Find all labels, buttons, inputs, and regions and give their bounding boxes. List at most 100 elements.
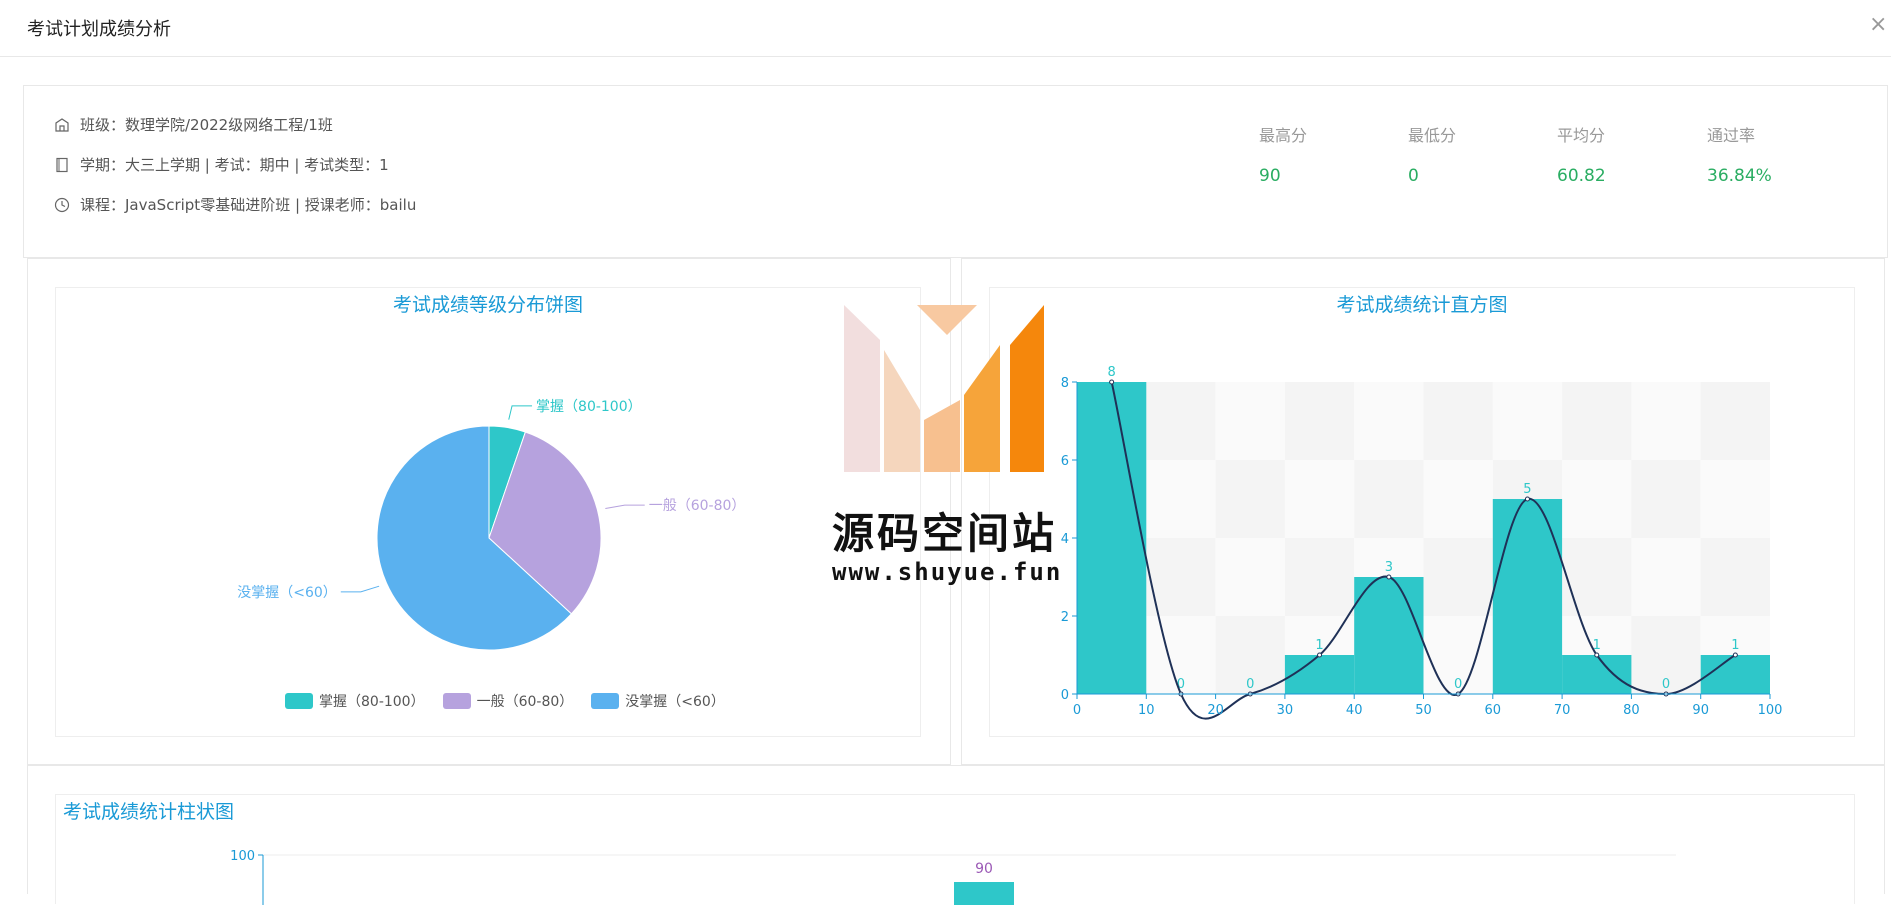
pie-label-line [508, 405, 533, 420]
stat-label: 最高分 [1259, 126, 1308, 145]
histogram-bar-label: 1 [1731, 638, 1739, 653]
grid-band [1700, 460, 1770, 538]
close-icon[interactable]: × [1869, 14, 1891, 36]
legend-item-not-mastered[interactable]: 没掌握（<60） [591, 691, 725, 711]
histogram-chart: 80 013051010 10 20 30 40 50 60 70 80 90 10002468 [1061, 365, 1783, 720]
x-tick-label: 50 [1415, 703, 1432, 718]
x-tick-label: 100 [1758, 703, 1783, 718]
histogram-line-point [1109, 379, 1115, 385]
stat-value: 36.84% [1707, 166, 1772, 186]
bar-chart-title: 考试成绩统计柱状图 [63, 801, 235, 823]
stat-label: 平均分 [1557, 126, 1606, 145]
histogram-bar-label: 5 [1523, 482, 1531, 497]
histogram-line-point [1317, 652, 1323, 658]
grid-band [1215, 382, 1285, 460]
histogram-line-point [1732, 652, 1738, 658]
grid-band [1284, 460, 1355, 538]
grid-band [1354, 460, 1424, 538]
grid-band [1562, 538, 1632, 616]
histogram-bar-label: 1 [1315, 638, 1323, 653]
x-tick-label: 80 [1623, 703, 1640, 718]
histogram-bar-label: 0 [1454, 677, 1462, 692]
x-tick-label: 70 [1554, 703, 1571, 718]
legend-swatch [442, 693, 471, 709]
legend-item-mastered[interactable]: 掌握（80-100） [285, 691, 425, 711]
grid-band [1354, 382, 1424, 460]
y-tick-label: 4 [1061, 532, 1069, 547]
stat-label: 最低分 [1408, 126, 1457, 145]
grid-band [1284, 538, 1355, 616]
pie-chart: 掌握（80-100） 一般（60-80） 没掌握（<60） [237, 399, 746, 651]
clock-icon [54, 197, 70, 212]
grid-band [1423, 382, 1493, 460]
y-tick-label: 0 [1061, 688, 1069, 703]
grid-band [1562, 382, 1632, 460]
grid-band [1423, 460, 1493, 538]
pie-panel-wrap: 考试成绩等级分布饼图 掌握（80-100） 一般（60-80） 没掌握（<60） 掌… [27, 258, 951, 765]
histogram-line-point [1594, 652, 1600, 658]
legend-label: 掌握（80-100） [319, 694, 425, 710]
x-tick-label: 60 [1485, 703, 1502, 718]
legend-label: 一般（60-80） [476, 694, 574, 710]
modal-header: 考试计划成绩分析 × [0, 0, 1891, 57]
bar-chart: 100 90 [230, 849, 1676, 905]
grid-band [1146, 460, 1216, 538]
pie-slice-label: 没掌握（<60） [237, 585, 337, 601]
histogram-panel-wrap: 考试成绩统计直方图 8 0 0 1 3 0 5 1 0 1 0 10 20 30 40 50 60 70 80 90 1… [961, 258, 1885, 765]
stat-min: 最低分 0 [1408, 122, 1548, 186]
histogram-bar [1492, 499, 1563, 694]
legend-label: 没掌握（<60） [625, 694, 725, 710]
grid-band [1700, 382, 1770, 460]
course-line: 课程：JavaScript零基础进阶班 | 授课老师：bailu [80, 196, 417, 214]
legend-item-average[interactable]: 一般（60-80） [442, 691, 574, 711]
stat-value: 90 [1259, 166, 1281, 186]
pie-label-line [605, 504, 645, 510]
term-row: 学期：大三上学期 | 考试：期中 | 考试类型：1 [54, 154, 389, 175]
histogram-chart-panel: 考试成绩统计直方图 8 0 0 1 3 0 5 1 0 1 0 10 20 30 40 50 60 70 80 90 1… [989, 287, 1855, 737]
histogram-bar-label: 8 [1108, 365, 1116, 380]
histogram-chart-title: 考试成绩统计直方图 [1336, 294, 1508, 316]
legend-swatch [591, 693, 620, 709]
grid-band [1562, 460, 1632, 538]
score-analysis-modal: 考试计划成绩分析 × 班级：数理学院/2022级网络工程/1班 学期：大三上学期… [0, 0, 1891, 905]
histogram-bar [1354, 577, 1424, 694]
x-tick-label: 90 [1692, 703, 1709, 718]
y-tick-label: 2 [1061, 610, 1069, 625]
pie-slice-label: 掌握（80-100） [536, 399, 642, 415]
x-tick-label: 20 [1207, 703, 1224, 718]
x-tick-label: 30 [1277, 703, 1294, 718]
legend-swatch [285, 693, 313, 709]
modal-title: 考试计划成绩分析 [27, 19, 171, 40]
grid-band [1631, 382, 1701, 460]
course-row: 课程：JavaScript零基础进阶班 | 授课老师：bailu [54, 194, 416, 215]
histogram-bar [1284, 655, 1355, 694]
stat-average: 平均分 60.82 [1557, 122, 1697, 186]
watermark-name: 源码空间站 [832, 509, 1058, 558]
pie-chart-title: 考试成绩等级分布饼图 [392, 294, 583, 316]
x-tick-label: 10 [1138, 703, 1155, 718]
y-tick-label: 6 [1061, 454, 1069, 469]
watermark-url: www.shuyue.fun [832, 558, 1063, 586]
pie-slice-label: 一般（60-80） [649, 498, 746, 514]
bar-panel-wrap: 考试成绩统计柱状图 100 90 [27, 765, 1885, 905]
exam-info-card: 班级：数理学院/2022级网络工程/1班 学期：大三上学期 | 考试：期中 | … [23, 85, 1888, 258]
stat-max: 最高分 90 [1259, 122, 1399, 186]
bar-value-label: 90 [975, 861, 993, 877]
histogram-bar [1700, 655, 1770, 694]
stat-value: 0 [1408, 166, 1419, 186]
pie-chart-panel: 考试成绩等级分布饼图 掌握（80-100） 一般（60-80） 没掌握（<60） 掌… [55, 287, 921, 737]
x-tick-label: 40 [1346, 703, 1363, 718]
y-tick-label: 8 [1061, 376, 1069, 391]
grid-band [1146, 382, 1216, 460]
x-tick-label: 0 [1073, 703, 1081, 718]
histogram-bar [1562, 655, 1632, 694]
building-icon [55, 117, 69, 132]
pie-legend: 掌握（80-100） 一般（60-80） 没掌握（<60） [285, 691, 743, 711]
grid-band [1631, 538, 1701, 616]
grid-band [1215, 460, 1285, 538]
book-icon [56, 157, 68, 172]
pie-label-line [340, 585, 380, 593]
histogram-bar-label: 3 [1385, 560, 1393, 575]
bar-chart-panel: 考试成绩统计柱状图 100 90 [55, 794, 1855, 905]
histogram-bar-label: 0 [1662, 677, 1670, 692]
